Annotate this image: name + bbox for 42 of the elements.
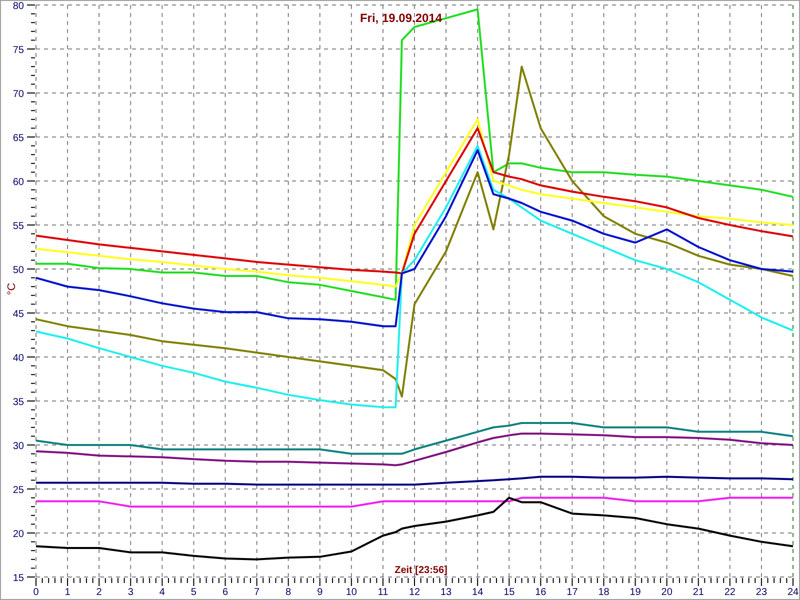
x-tick-label: 14	[472, 587, 484, 598]
x-tick-label: 13	[440, 587, 452, 598]
x-tick-label: 2	[96, 587, 102, 598]
x-tick-label: 1	[64, 587, 70, 598]
x-tick-label: 5	[190, 587, 196, 598]
x-tick-label: 6	[222, 587, 228, 598]
x-tick-label: 16	[535, 587, 546, 598]
y-tick-label: 35	[12, 397, 24, 408]
y-tick-label: 45	[12, 309, 24, 320]
x-tick-label: 17	[566, 587, 578, 598]
y-axis-label: °C	[6, 282, 18, 296]
x-tick-label: 19	[630, 587, 641, 598]
x-tick-label: 18	[598, 587, 610, 598]
x-tick-label: 4	[159, 587, 165, 598]
x-tick-label: 0	[33, 587, 39, 598]
x-tick-label: 7	[254, 587, 260, 598]
x-tick-label: 12	[408, 587, 420, 598]
x-tick-label: 21	[692, 587, 704, 598]
y-tick-label: 70	[12, 89, 24, 100]
x-tick-label: 8	[286, 587, 292, 598]
y-tick-label: 60	[12, 177, 24, 188]
x-tick-label: 24	[787, 587, 799, 598]
x-tick-label: 22	[724, 587, 736, 598]
x-tick-label: 20	[661, 587, 672, 598]
y-tick-label: 55	[12, 221, 24, 232]
y-tick-label: 50	[12, 265, 24, 276]
y-tick-label: 30	[12, 441, 24, 452]
y-tick-label: 20	[12, 529, 24, 540]
x-tick-label: 10	[346, 587, 357, 598]
x-tick-label: 15	[504, 587, 515, 598]
y-tick-label: 65	[12, 133, 24, 144]
chart-title: Fri, 19.09.2014	[360, 11, 442, 25]
y-tick-label: 75	[12, 45, 24, 56]
y-tick-label: 40	[12, 353, 24, 364]
x-tick-label: 3	[128, 587, 134, 598]
y-tick-label: 15	[12, 573, 24, 584]
y-tick-label: 80	[12, 1, 24, 12]
x-tick-label: 9	[317, 587, 323, 598]
x-axis-label: Zeit [23:56]	[394, 565, 448, 576]
x-tick-label: 11	[378, 587, 388, 598]
x-tick-label: 23	[756, 587, 768, 598]
y-tick-label: 25	[12, 485, 24, 496]
